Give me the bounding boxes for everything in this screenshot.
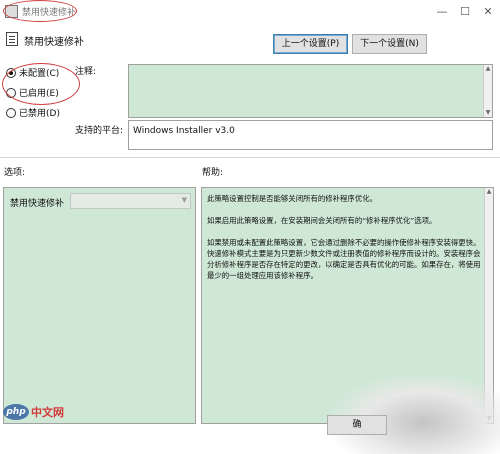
ok-button[interactable]: 确 <box>327 415 387 435</box>
radio-not-configured[interactable]: 未配置(C) <box>6 66 59 79</box>
comment-scrollbar[interactable]: ▲ ▼ <box>483 65 492 117</box>
maximize-icon[interactable]: ☐ <box>455 4 475 20</box>
options-panel: 禁用快速修补 ▼ <box>3 187 196 424</box>
policy-setting-icon <box>6 32 18 46</box>
help-paragraph: 此策略设置控制是否能够关闭所有的修补程序优化。 <box>207 194 377 203</box>
help-paragraph: 如果启用此策略设置，在安装期间会关闭所有的“修补程序优化”选项。 <box>207 216 437 225</box>
title-bar: 禁用快速修补 — ☐ ✕ <box>0 0 500 25</box>
radio-label: 已禁用(D) <box>19 109 60 119</box>
comment-textarea[interactable]: ▲ ▼ <box>128 64 493 118</box>
minimize-icon[interactable]: — <box>432 4 452 20</box>
scroll-up-icon[interactable]: ▲ <box>485 188 493 196</box>
help-section-label: 帮助: <box>202 168 224 178</box>
previous-setting-button[interactable]: 上一个设置(P) <box>273 34 348 54</box>
radio-dot-selected <box>6 67 16 78</box>
scroll-up-icon[interactable]: ▲ <box>484 65 492 73</box>
radio-label: 未配置(C) <box>19 69 60 79</box>
dropdown-icon: ▼ <box>181 196 187 204</box>
radio-enabled[interactable]: 已启用(E) <box>6 86 59 99</box>
close-icon[interactable]: ✕ <box>478 4 498 20</box>
next-setting-button[interactable]: 下一个设置(N) <box>352 34 427 54</box>
radio-dot <box>6 107 16 118</box>
help-paragraph: 如果禁用或未配置此策略设置，它会通过删除不必要的操作使修补程序安装得更快。快速修… <box>207 238 481 280</box>
policy-name: 禁用快速修补 <box>24 37 84 48</box>
option-item-label: 禁用快速修补 <box>10 199 65 209</box>
logo-badge: php <box>3 404 29 420</box>
option-item-field[interactable]: ▼ <box>70 193 191 209</box>
options-section-label: 选项: <box>4 168 26 178</box>
radio-label: 已启用(E) <box>19 89 59 99</box>
comment-label: 注释: <box>75 67 97 77</box>
platform-value: Windows Installer v3.0 <box>133 126 235 136</box>
scroll-down-icon[interactable]: ▼ <box>484 109 492 117</box>
platform-label: 支持的平台: <box>75 126 124 136</box>
logo-text: 中文网 <box>31 406 64 419</box>
site-logo: php 中文网 <box>3 404 64 420</box>
window-title: 禁用快速修补 <box>22 8 77 18</box>
radio-disabled[interactable]: 已禁用(D) <box>6 106 60 119</box>
section-divider <box>0 157 500 158</box>
platform-field: Windows Installer v3.0 <box>128 120 493 150</box>
radio-dot <box>6 87 16 98</box>
policy-window-icon <box>5 5 18 18</box>
